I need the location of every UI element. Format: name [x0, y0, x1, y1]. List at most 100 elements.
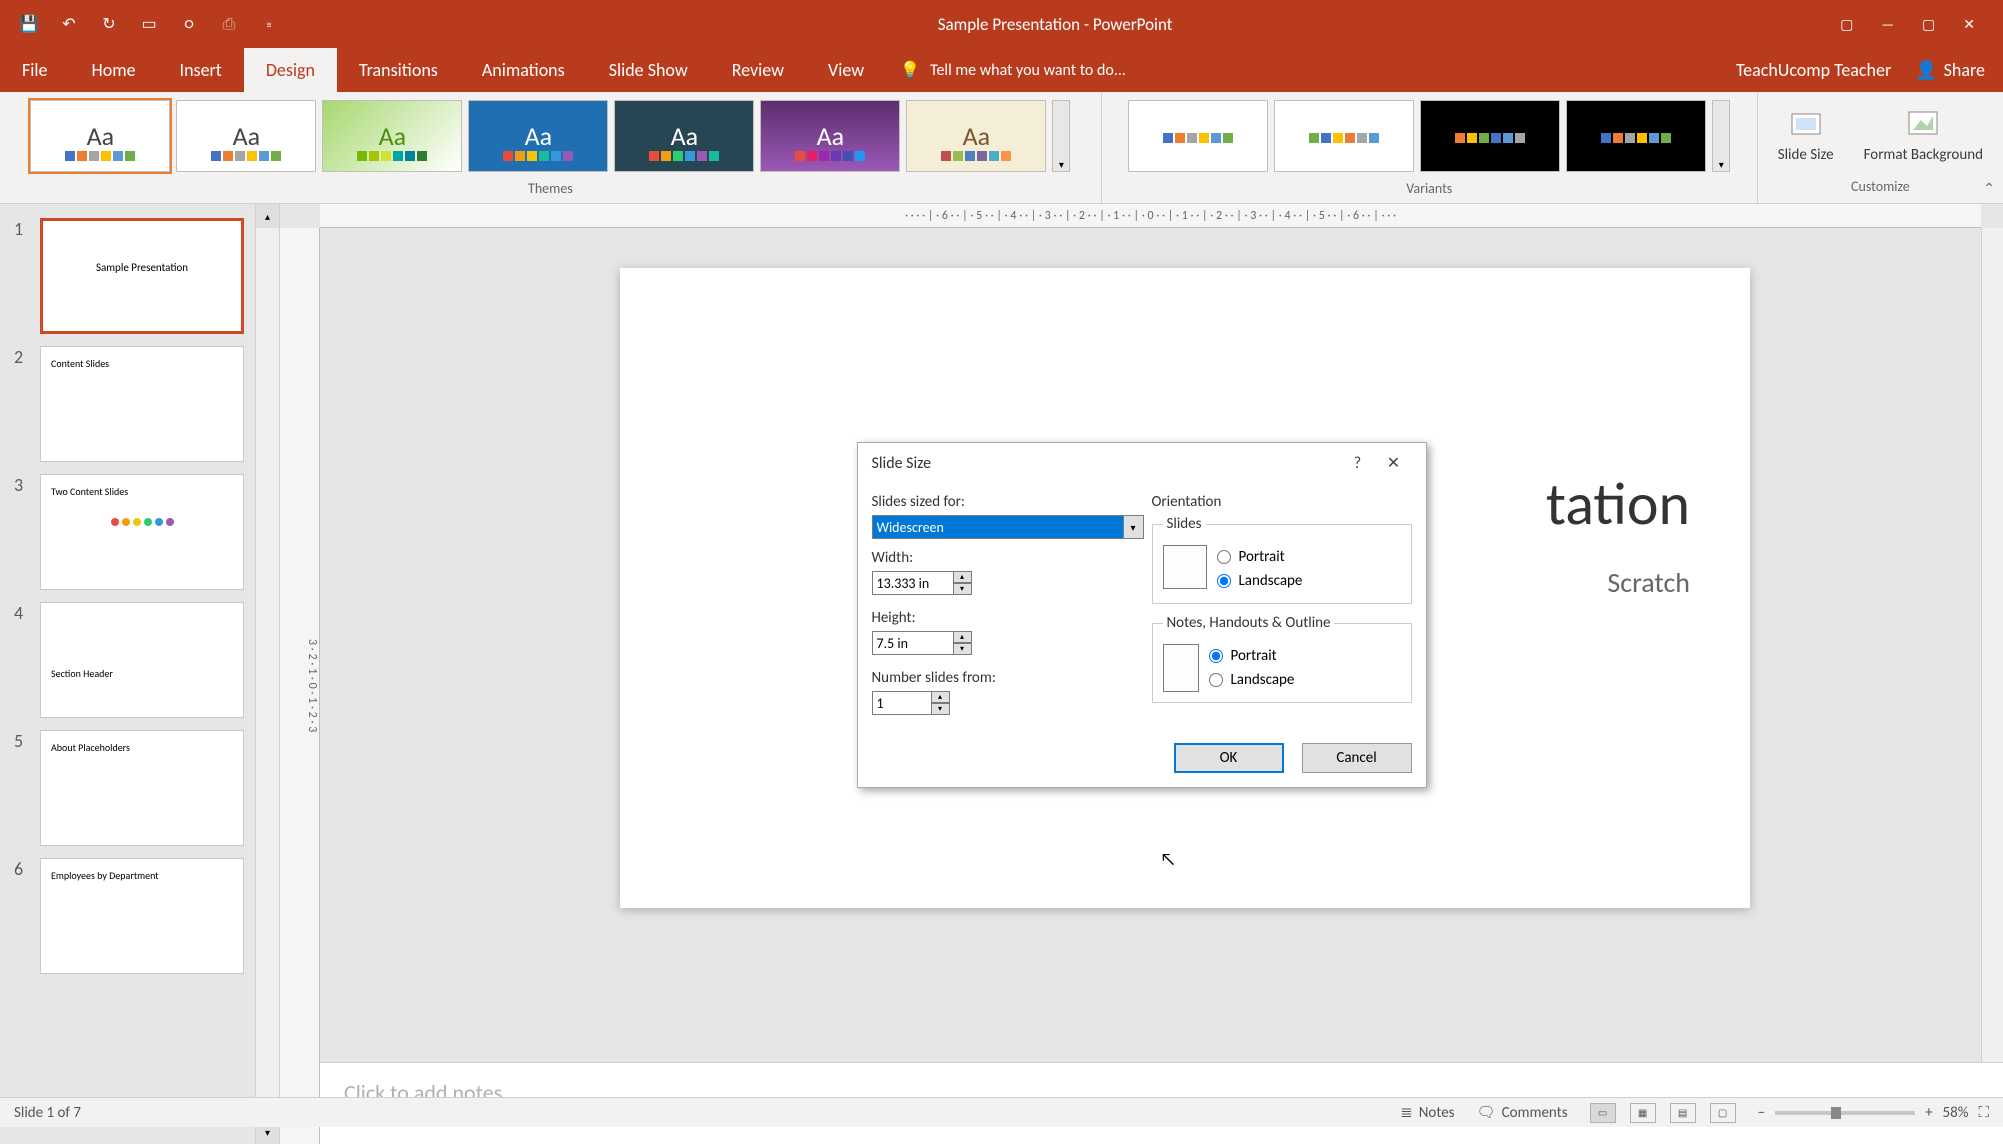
user-name[interactable]: TeachUcomp Teacher — [1736, 59, 1891, 81]
variant-2[interactable] — [1274, 100, 1414, 172]
variant-3[interactable] — [1420, 100, 1560, 172]
scroll-up-icon[interactable]: ▴ — [256, 204, 279, 228]
undo-icon[interactable]: ↶ — [58, 13, 80, 35]
format-background-button[interactable]: Format Background — [1852, 100, 1995, 170]
theme-5[interactable]: Aa — [614, 100, 754, 172]
zoom-out-icon[interactable]: − — [1758, 1104, 1765, 1122]
slideshow-view-icon[interactable]: ▢ — [1710, 1103, 1736, 1123]
status-bar: Slide 1 of 7 ≣Notes 🗨Comments ▭ ▦ ▤ ▢ − … — [0, 1097, 2003, 1127]
minimize-icon[interactable]: — — [1881, 16, 1894, 33]
zoom-value[interactable]: 58% — [1943, 1104, 1969, 1122]
notes-portrait-radio[interactable]: Portrait — [1209, 644, 1295, 668]
format-bg-icon — [1905, 106, 1941, 142]
zoom-in-icon[interactable]: + — [1925, 1104, 1932, 1122]
theme-6[interactable]: Aa — [760, 100, 900, 172]
slides-portrait-radio[interactable]: Portrait — [1217, 545, 1303, 569]
width-up-icon[interactable]: ▴ — [954, 571, 972, 583]
tab-home[interactable]: Home — [70, 48, 158, 92]
theme-7[interactable]: Aa — [906, 100, 1046, 172]
print-icon[interactable]: ⎙ — [218, 13, 240, 35]
variant-1[interactable] — [1128, 100, 1268, 172]
tab-transitions[interactable]: Transitions — [337, 48, 460, 92]
slide-thumb-4[interactable]: Section Header — [40, 602, 244, 718]
dialog-title: Slide Size — [872, 454, 932, 473]
theme-office[interactable]: Aa — [30, 100, 170, 172]
slide-thumb-6[interactable]: Employees by Department — [40, 858, 244, 974]
normal-view-icon[interactable]: ▭ — [1590, 1103, 1616, 1123]
horizontal-ruler: · · · · | · 6 · · | · 5 · · | · 4 · · | … — [320, 204, 1981, 228]
width-input[interactable] — [872, 571, 954, 595]
themes-label: Themes — [528, 176, 573, 201]
ribbon-display-icon[interactable]: ▢ — [1840, 16, 1853, 33]
sorter-view-icon[interactable]: ▦ — [1630, 1103, 1656, 1123]
zoom-control: − + 58% ⛶ — [1758, 1104, 1989, 1122]
slide-thumb-3[interactable]: Two Content Slides — [40, 474, 244, 590]
title-bar: 💾 ↶ ↻ ▭ ○ ⎙ ≡ Sample Presentation - Powe… — [0, 0, 2003, 48]
number-from-input[interactable] — [872, 691, 932, 715]
tab-animations[interactable]: Animations — [460, 48, 587, 92]
variant-4[interactable] — [1566, 100, 1706, 172]
share-button[interactable]: 👤Share — [1915, 59, 1985, 81]
tab-insert[interactable]: Insert — [158, 48, 244, 92]
notes-group-label: Notes, Handouts & Outline — [1163, 614, 1335, 632]
slide-size-dialog: Slide Size ? ✕ Slides sized for: ▾ — [857, 442, 1427, 788]
zoom-slider[interactable] — [1775, 1111, 1915, 1115]
thumb-scrollbar[interactable]: ▴ ▾ — [255, 204, 279, 1144]
vertical-ruler: 3 · 2 · 1 · 0 · 1 · 2 · 3 — [280, 228, 320, 1144]
tab-design[interactable]: Design — [244, 48, 337, 92]
reading-view-icon[interactable]: ▤ — [1670, 1103, 1696, 1123]
notes-orientation-group: Notes, Handouts & Outline Portrait Lands… — [1152, 614, 1412, 703]
comments-toggle[interactable]: 🗨Comments — [1477, 1103, 1568, 1122]
tell-me[interactable]: 💡 Tell me what you want to do... — [886, 48, 1736, 92]
height-down-icon[interactable]: ▾ — [954, 643, 972, 655]
tab-slide-show[interactable]: Slide Show — [587, 48, 710, 92]
variants-label: Variants — [1406, 176, 1452, 201]
height-up-icon[interactable]: ▴ — [954, 631, 972, 643]
number-up-icon[interactable]: ▴ — [932, 691, 950, 703]
slide-size-button[interactable]: Slide Size — [1766, 100, 1846, 170]
notes-toggle[interactable]: ≣Notes — [1400, 1103, 1454, 1122]
dialog-close-icon[interactable]: ✕ — [1376, 453, 1412, 473]
slide-thumb-2[interactable]: Content Slides — [40, 346, 244, 462]
quick-access-toolbar: 💾 ↶ ↻ ▭ ○ ⎙ ≡ — [0, 13, 298, 35]
editor: · · · · | · 6 · · | · 5 · · | · 4 · · | … — [280, 204, 2003, 1144]
redo-icon[interactable]: ↻ — [98, 13, 120, 35]
themes-more-icon[interactable]: ▾ — [1052, 100, 1070, 172]
bulb-icon: 💡 — [900, 60, 920, 80]
circle-icon[interactable]: ○ — [178, 13, 200, 35]
number-from-label: Number slides from: — [872, 669, 1144, 687]
slide-thumb-5[interactable]: About Placeholders — [40, 730, 244, 846]
cancel-button[interactable]: Cancel — [1302, 743, 1412, 773]
window-title: Sample Presentation - PowerPoint — [298, 14, 1812, 35]
number-down-icon[interactable]: ▾ — [932, 703, 950, 715]
ok-button[interactable]: OK — [1174, 743, 1284, 773]
tab-view[interactable]: View — [806, 48, 886, 92]
theme-2[interactable]: Aa — [176, 100, 316, 172]
maximize-icon[interactable]: ▢ — [1922, 16, 1935, 33]
sized-for-combo[interactable] — [872, 515, 1124, 539]
width-down-icon[interactable]: ▾ — [954, 583, 972, 595]
fit-to-window-icon[interactable]: ⛶ — [1978, 1104, 1989, 1122]
height-input[interactable] — [872, 631, 954, 655]
notes-landscape-radio[interactable]: Landscape — [1209, 668, 1295, 692]
slides-landscape-radio[interactable]: Landscape — [1217, 569, 1303, 593]
save-icon[interactable]: 💾 — [18, 13, 40, 35]
tab-review[interactable]: Review — [710, 48, 806, 92]
dialog-help-icon[interactable]: ? — [1340, 454, 1376, 473]
qat-dropdown-icon[interactable]: ≡ — [258, 13, 280, 35]
variants-group: ▾ Variants — [1102, 92, 1758, 203]
slide-thumb-1[interactable]: Sample Presentation — [40, 218, 244, 334]
sized-for-caret-icon[interactable]: ▾ — [1124, 515, 1144, 539]
variants-more-icon[interactable]: ▾ — [1712, 100, 1730, 172]
orientation-label: Orientation — [1152, 493, 1412, 511]
height-label: Height: — [872, 609, 1144, 627]
theme-3[interactable]: Aa — [322, 100, 462, 172]
theme-4[interactable]: Aa — [468, 100, 608, 172]
close-icon[interactable]: ✕ — [1963, 16, 1975, 33]
tab-file[interactable]: File — [0, 48, 70, 92]
start-slideshow-icon[interactable]: ▭ — [138, 13, 160, 35]
collapse-ribbon-icon[interactable]: ⌃ — [1983, 180, 1995, 197]
slide-indicator: Slide 1 of 7 — [14, 1104, 81, 1122]
slides-group-label: Slides — [1163, 515, 1206, 533]
sized-for-label: Slides sized for: — [872, 493, 1144, 511]
